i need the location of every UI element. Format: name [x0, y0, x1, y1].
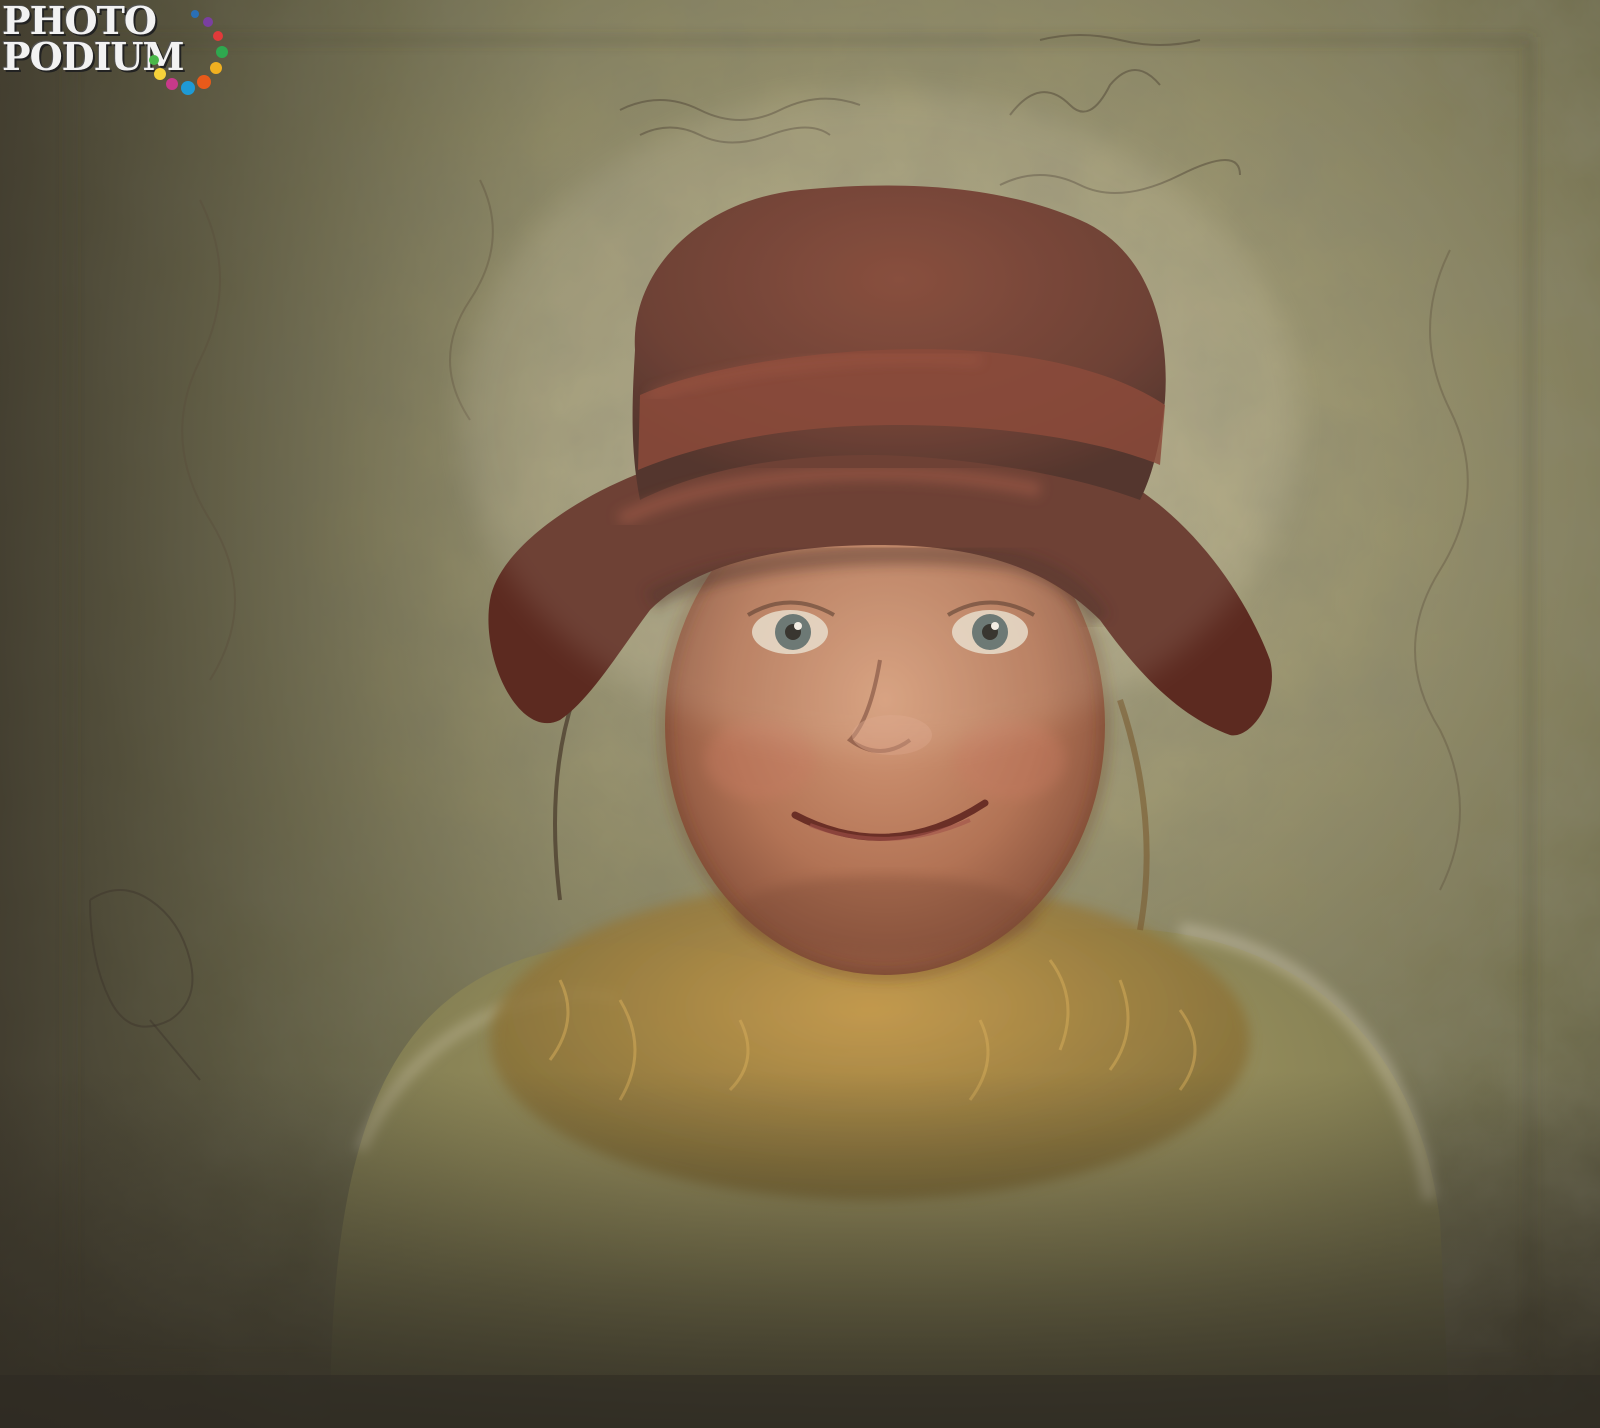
photo-canvas: PHOTO PODIUM [0, 0, 1600, 1428]
portrait-image [0, 0, 1600, 1428]
